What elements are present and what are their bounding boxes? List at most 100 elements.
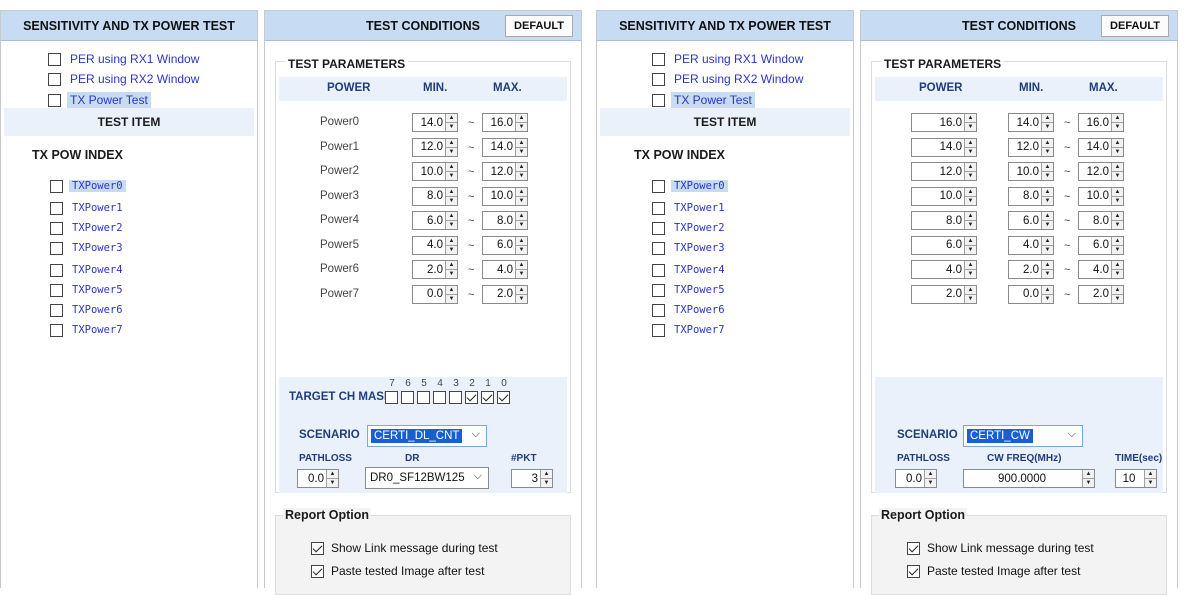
arrow-down-icon[interactable]: ▼ bbox=[965, 171, 976, 180]
spinner-arrows[interactable]: ▲ ▼ bbox=[964, 261, 976, 278]
arrow-up-icon[interactable]: ▲ bbox=[1042, 114, 1053, 122]
power-spinner[interactable]: 6.0 ▲ ▼ bbox=[911, 235, 977, 255]
tx-item[interactable]: TXPower5 bbox=[652, 282, 725, 298]
arrow-down-icon[interactable]: ▼ bbox=[965, 195, 976, 205]
arrow-down-icon[interactable]: ▼ bbox=[516, 244, 527, 254]
report-option-show-link[interactable]: Show Link message during test bbox=[311, 541, 498, 555]
arrow-down-icon[interactable]: ▼ bbox=[965, 293, 976, 303]
option-tx-power-test[interactable]: TX Power Test bbox=[652, 91, 755, 109]
arrow-up-icon[interactable]: ▲ bbox=[446, 163, 457, 171]
arrow-up-icon[interactable]: ▲ bbox=[1042, 163, 1053, 171]
arrow-down-icon[interactable]: ▼ bbox=[1112, 269, 1123, 278]
pathloss-spinner[interactable]: 0.0 ▲ ▼ bbox=[895, 469, 937, 488]
tx-item-checkbox[interactable] bbox=[50, 221, 63, 235]
arrow-down-icon[interactable]: ▼ bbox=[965, 146, 976, 156]
arrow-down-icon[interactable]: ▼ bbox=[1042, 195, 1053, 205]
arrow-up-icon[interactable]: ▲ bbox=[1083, 470, 1094, 478]
spinner-arrows[interactable]: ▲ ▼ bbox=[515, 114, 527, 131]
arrow-up-icon[interactable]: ▲ bbox=[1112, 261, 1123, 269]
max-spinner[interactable]: 2.0 ▲ ▼ bbox=[482, 284, 528, 304]
report-checkbox[interactable] bbox=[311, 564, 324, 578]
chevron-down-icon[interactable]: ⌵ bbox=[474, 470, 482, 483]
arrow-down-icon[interactable]: ▼ bbox=[1112, 220, 1123, 229]
tx-item[interactable]: TXPower0 bbox=[50, 178, 126, 194]
spinner-arrows[interactable]: ▲ ▼ bbox=[445, 212, 457, 229]
spinner-arrows[interactable]: ▲ ▼ bbox=[1111, 261, 1123, 278]
spinner-arrows[interactable]: ▲ ▼ bbox=[1111, 236, 1123, 254]
arrow-up-icon[interactable]: ▲ bbox=[1112, 188, 1123, 196]
arrow-down-icon[interactable]: ▼ bbox=[965, 244, 976, 254]
max-spinner[interactable]: 6.0 ▲ ▼ bbox=[1078, 235, 1124, 255]
arrow-up-icon[interactable]: ▲ bbox=[1042, 139, 1053, 147]
report-checkbox[interactable] bbox=[907, 541, 920, 555]
max-spinner[interactable]: 16.0 ▲ ▼ bbox=[1078, 113, 1124, 132]
scenario-select[interactable]: CERTI_CW ⌵ bbox=[963, 425, 1083, 447]
mask-bit-checkbox[interactable] bbox=[401, 391, 414, 404]
spinner-arrows[interactable]: ▲ ▼ bbox=[1041, 285, 1053, 303]
power-spinner[interactable]: 10.0 ▲ ▼ bbox=[911, 186, 977, 206]
spinner-arrows[interactable]: ▲ ▼ bbox=[515, 187, 527, 205]
tx-item[interactable]: TXPower6 bbox=[652, 302, 725, 318]
arrow-down-icon[interactable]: ▼ bbox=[925, 478, 936, 487]
spinner-arrows[interactable]: ▲ ▼ bbox=[1111, 187, 1123, 205]
option-checkbox[interactable] bbox=[48, 52, 61, 66]
spinner-arrows[interactable]: ▲ ▼ bbox=[964, 187, 976, 205]
spinner-arrows[interactable]: ▲ ▼ bbox=[1041, 138, 1053, 156]
arrow-down-icon[interactable]: ▼ bbox=[1112, 122, 1123, 131]
arrow-down-icon[interactable]: ▼ bbox=[965, 220, 976, 229]
mask-bit-checkbox[interactable] bbox=[481, 391, 494, 404]
arrow-down-icon[interactable]: ▼ bbox=[1042, 171, 1053, 180]
tx-item[interactable]: TXPower0 bbox=[652, 178, 728, 194]
tx-item-checkbox[interactable] bbox=[652, 283, 665, 297]
max-spinner[interactable]: 8.0 ▲ ▼ bbox=[482, 211, 528, 230]
arrow-down-icon[interactable]: ▼ bbox=[327, 478, 338, 487]
spinner-arrows[interactable]: ▲ ▼ bbox=[515, 212, 527, 229]
arrow-up-icon[interactable]: ▲ bbox=[1042, 237, 1053, 245]
spinner-arrows[interactable]: ▲ ▼ bbox=[964, 212, 976, 229]
time-spinner[interactable]: 10 ▲ ▼ bbox=[1115, 469, 1157, 488]
spinner-arrows[interactable]: ▲ ▼ bbox=[1041, 236, 1053, 254]
min-spinner[interactable]: 14.0 ▲ ▼ bbox=[1008, 113, 1054, 132]
min-spinner[interactable]: 14.0 ▲ ▼ bbox=[412, 113, 458, 132]
arrow-down-icon[interactable]: ▼ bbox=[446, 171, 457, 180]
max-spinner[interactable]: 2.0 ▲ ▼ bbox=[1078, 284, 1124, 304]
min-spinner[interactable]: 2.0 ▲ ▼ bbox=[1008, 260, 1054, 279]
tx-item-checkbox[interactable] bbox=[50, 201, 63, 215]
spinner-arrows[interactable]: ▲ ▼ bbox=[964, 163, 976, 180]
arrow-up-icon[interactable]: ▲ bbox=[446, 286, 457, 294]
tx-item[interactable]: TXPower4 bbox=[50, 262, 123, 278]
report-option-show-link[interactable]: Show Link message during test bbox=[907, 541, 1094, 555]
power-spinner[interactable]: 14.0 ▲ ▼ bbox=[911, 137, 977, 157]
option-per-rx2[interactable]: PER using RX2 Window bbox=[652, 70, 803, 88]
arrow-up-icon[interactable]: ▲ bbox=[965, 286, 976, 294]
spinner-arrows[interactable]: ▲ ▼ bbox=[964, 285, 976, 303]
arrow-up-icon[interactable]: ▲ bbox=[516, 237, 527, 245]
arrow-up-icon[interactable]: ▲ bbox=[446, 114, 457, 122]
arrow-down-icon[interactable]: ▼ bbox=[446, 269, 457, 278]
tx-item[interactable]: TXPower2 bbox=[652, 220, 725, 236]
arrow-up-icon[interactable]: ▲ bbox=[516, 163, 527, 171]
min-spinner[interactable]: 4.0 ▲ ▼ bbox=[1008, 235, 1054, 255]
spinner-arrows[interactable]: ▲ ▼ bbox=[1111, 285, 1123, 303]
pkt-spinner[interactable]: 3 ▲ ▼ bbox=[511, 469, 553, 488]
tx-item-checkbox[interactable] bbox=[50, 263, 63, 277]
spinner-arrows[interactable]: ▲ ▼ bbox=[540, 470, 552, 487]
tx-item[interactable]: TXPower1 bbox=[50, 200, 123, 216]
chevron-down-icon[interactable]: ⌵ bbox=[472, 428, 480, 441]
arrow-down-icon[interactable]: ▼ bbox=[516, 220, 527, 229]
pathloss-spinner[interactable]: 0.0 ▲ ▼ bbox=[297, 469, 339, 488]
option-per-rx1[interactable]: PER using RX1 Window bbox=[48, 50, 199, 68]
report-option-paste-image[interactable]: Paste tested Image after test bbox=[311, 564, 484, 578]
spinner-arrows[interactable]: ▲ ▼ bbox=[964, 138, 976, 156]
min-spinner[interactable]: 2.0 ▲ ▼ bbox=[412, 260, 458, 279]
default-button[interactable]: DEFAULT bbox=[1101, 15, 1169, 37]
arrow-up-icon[interactable]: ▲ bbox=[516, 212, 527, 220]
report-option-paste-image[interactable]: Paste tested Image after test bbox=[907, 564, 1080, 578]
arrow-up-icon[interactable]: ▲ bbox=[965, 163, 976, 171]
min-spinner[interactable]: 12.0 ▲ ▼ bbox=[412, 137, 458, 157]
spinner-arrows[interactable]: ▲ ▼ bbox=[445, 236, 457, 254]
tx-item[interactable]: TXPower5 bbox=[50, 282, 123, 298]
tx-item[interactable]: TXPower7 bbox=[50, 322, 123, 338]
power-spinner[interactable]: 4.0 ▲ ▼ bbox=[911, 260, 977, 279]
arrow-up-icon[interactable]: ▲ bbox=[1112, 139, 1123, 147]
